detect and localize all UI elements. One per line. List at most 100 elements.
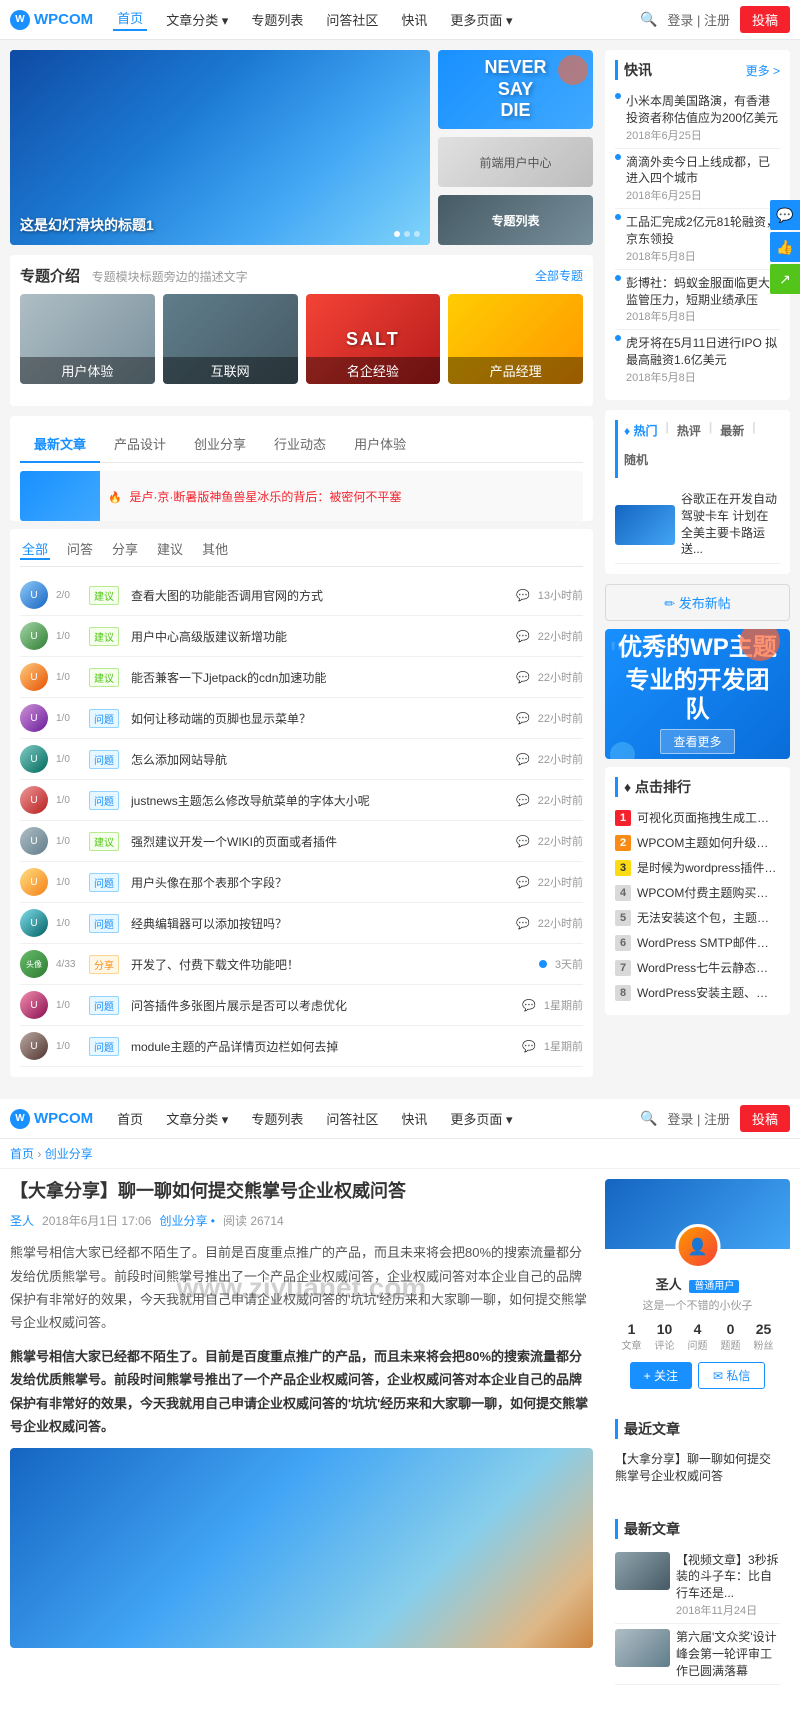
tab-product[interactable]: 产品设计 bbox=[100, 426, 180, 463]
hero-special-list[interactable]: 专题列表 bbox=[438, 195, 593, 245]
hot-item-title[interactable]: 谷歌正在开发自动驾驶卡车 计划在全美主要卡路运送... bbox=[681, 491, 780, 558]
nav2-home[interactable]: 首页 bbox=[113, 1109, 147, 1128]
float-comment-btn[interactable]: 💬 bbox=[770, 200, 800, 230]
hot-tab-comment[interactable]: 热评 bbox=[677, 420, 701, 441]
nav2-news[interactable]: 快讯 bbox=[397, 1109, 431, 1128]
topic-card-2[interactable]: 互联网 bbox=[163, 294, 298, 384]
float-like-btn[interactable]: 👍 bbox=[770, 232, 800, 262]
qa-tab-suggest[interactable]: 建议 bbox=[155, 539, 185, 560]
rank-item-title[interactable]: 可视化页面拖拽生成工具使用教程 bbox=[637, 809, 780, 826]
post-new-button[interactable]: ✏ 发布新帖 bbox=[605, 584, 790, 621]
topic-card-1[interactable]: 用户体验 bbox=[20, 294, 155, 384]
hero-user-center[interactable]: 前端用户中心 bbox=[438, 137, 593, 187]
qa-title[interactable]: module主题的产品详情页边栏如何去掉 bbox=[131, 1038, 514, 1055]
topic-title: 专题介绍 bbox=[20, 268, 80, 285]
hero-never-say-die[interactable]: NEVER SAY DIE bbox=[438, 50, 593, 129]
qa-title[interactable]: 查看大图的功能能否调用官网的方式 bbox=[131, 587, 508, 604]
topic-card-3[interactable]: SALT 名企经验 bbox=[306, 294, 441, 384]
post-button-2[interactable]: 投稿 bbox=[740, 1105, 790, 1132]
nav-topics[interactable]: 专题列表 bbox=[247, 10, 307, 29]
hero-dot-2[interactable] bbox=[404, 231, 410, 237]
rank-item-title[interactable]: WordPress安装主题、插件、更新... bbox=[637, 984, 780, 1001]
qa-title[interactable]: 能否兼客一下Jjetpack的cdn加速功能 bbox=[131, 669, 508, 686]
qa-tab-share[interactable]: 分享 bbox=[110, 539, 140, 560]
logo-text-2: WPCOM bbox=[34, 1110, 93, 1127]
ad-banner[interactable]: " 优秀的WP主题 专业的开发团队 查看更多 bbox=[605, 629, 790, 759]
qa-title[interactable]: 开发了、付费下载文件功能吧！ bbox=[131, 956, 531, 973]
article-author-link[interactable]: 圣人 bbox=[10, 1212, 34, 1229]
tab-startup[interactable]: 创业分享 bbox=[180, 426, 260, 463]
nav-home[interactable]: 首页 bbox=[113, 8, 147, 31]
qa-item: U 1/0 问题 怎么添加网站导航 💬 22小时前 bbox=[20, 739, 583, 780]
latest-article-title[interactable]: 【视频文章】3秒拆装的斗子车：比自行车还是... bbox=[676, 1552, 780, 1602]
topic-label-2: 互联网 bbox=[163, 357, 298, 384]
qa-title[interactable]: 经典编辑器可以添加按钮吗？ bbox=[131, 915, 508, 932]
search-button[interactable]: 🔍 bbox=[640, 11, 657, 28]
qa-time: 22小时前 bbox=[538, 628, 583, 644]
follow-button[interactable]: + 关注 bbox=[630, 1362, 692, 1389]
nav2-qa[interactable]: 问答社区 bbox=[322, 1109, 382, 1128]
breadcrumb-category[interactable]: 创业分享 bbox=[45, 1147, 93, 1161]
nav2-topics[interactable]: 专题列表 bbox=[247, 1109, 307, 1128]
nav-articles[interactable]: 文章分类 ▾ bbox=[162, 10, 232, 29]
hero-main-slide[interactable]: 这是幻灯滑块的标题1 bbox=[10, 50, 430, 245]
nav-qa[interactable]: 问答社区 bbox=[322, 10, 382, 29]
breadcrumb-home[interactable]: 首页 bbox=[10, 1147, 34, 1161]
site-logo-2[interactable]: W WPCOM bbox=[10, 1109, 93, 1129]
float-share-btn[interactable]: ↗ bbox=[770, 264, 800, 294]
comment-icon: 💬 bbox=[516, 712, 530, 725]
hero-dot-1[interactable] bbox=[394, 231, 400, 237]
article-preview[interactable]: 🔥 是卢·京·断暑版神鱼兽星冰乐的背后：被密何不平塞 bbox=[20, 471, 583, 521]
qa-title[interactable]: 用户中心高级版建议新增功能 bbox=[131, 628, 508, 645]
ad-more-button[interactable]: 查看更多 bbox=[660, 729, 734, 754]
hot-tab-random[interactable]: 随机 bbox=[624, 449, 648, 470]
news-title-text[interactable]: 工品汇完成2亿元81轮融资，京东领投 bbox=[626, 214, 780, 248]
hot-tab-latest[interactable]: 最新 bbox=[720, 420, 744, 441]
qa-title[interactable]: justnews主题怎么修改导航菜单的字体大小呢 bbox=[131, 792, 508, 809]
qa-title[interactable]: 怎么添加网站导航 bbox=[131, 751, 508, 768]
tab-latest[interactable]: 最新文章 bbox=[20, 426, 100, 463]
qa-tab-qa[interactable]: 问答 bbox=[65, 539, 95, 560]
nav2-more[interactable]: 更多页面 ▾ bbox=[446, 1109, 516, 1128]
rank-item-title[interactable]: 无法安装这个包，主题缺少style.c... bbox=[637, 909, 780, 926]
qa-title[interactable]: 用户头像在那个表那个字段？ bbox=[131, 874, 508, 891]
recent-article-title[interactable]: 【大拿分享】聊一聊如何提交熊掌号企业权威问答 bbox=[615, 1452, 771, 1483]
qa-title[interactable]: 如何让移动端的页脚也显示菜单？ bbox=[131, 710, 508, 727]
qa-tab-other[interactable]: 其他 bbox=[200, 539, 230, 560]
rank-item-title[interactable]: 是时候为wordpress插件加载开排... bbox=[637, 859, 780, 876]
latest-article-title-2[interactable]: 第六届'文众奖'设计峰会第一轮评审工作已圆满落幕 bbox=[676, 1629, 780, 1679]
qa-tag: 建议 bbox=[89, 586, 119, 605]
topic-card-4[interactable]: 产品经理 bbox=[448, 294, 583, 384]
news-list: 小米本周美国路演，有香港投资者称估值应为200亿美元 2018年6月25日 滴滴… bbox=[615, 88, 780, 390]
qa-item: U 2/0 建议 查看大图的功能能否调用官网的方式 💬 13小时前 bbox=[20, 575, 583, 616]
rank-section: ♦ 点击排行 1 可视化页面拖拽生成工具使用教程 2 WPCOM主题如何升级到最… bbox=[605, 767, 790, 1015]
message-button[interactable]: ✉ 私信 bbox=[698, 1362, 765, 1389]
post-button[interactable]: 投稿 bbox=[740, 6, 790, 33]
news-title-text[interactable]: 滴滴外卖今日上线成都，已进入四个城市 bbox=[626, 154, 780, 188]
news-more-link[interactable]: 更多 > bbox=[746, 62, 780, 79]
article-category-link[interactable]: 创业分享 • bbox=[159, 1212, 215, 1229]
site-logo[interactable]: W WPCOM bbox=[10, 10, 93, 30]
rank-item-title[interactable]: WPCOM付费主题购买流程 bbox=[637, 884, 780, 901]
login-button[interactable]: 登录 | 注册 bbox=[667, 10, 730, 29]
qa-tab-all[interactable]: 全部 bbox=[20, 539, 50, 560]
hero-dot-3[interactable] bbox=[414, 231, 420, 237]
rank-item-title[interactable]: WordPress SMTP邮件发送插件：... bbox=[637, 934, 780, 951]
search-button-2[interactable]: 🔍 bbox=[640, 1110, 657, 1127]
rank-item-title[interactable]: WPCOM主题如何升级到最新版 主... bbox=[637, 834, 780, 851]
nav2-articles[interactable]: 文章分类 ▾ bbox=[162, 1109, 232, 1128]
nav-more[interactable]: 更多页面 ▾ bbox=[446, 10, 516, 29]
qa-title[interactable]: 问答插件多张图片展示是否可以考虑优化 bbox=[131, 997, 514, 1014]
topic-more-link[interactable]: 全部专题 bbox=[535, 267, 583, 284]
tab-industry[interactable]: 行业动态 bbox=[260, 426, 340, 463]
nav-news[interactable]: 快讯 bbox=[397, 10, 431, 29]
news-title-text[interactable]: 虎牙将在5月11日进行IPO 拟最高融资1.6亿美元 bbox=[626, 335, 780, 369]
news-title-text[interactable]: 小米本周美国路演，有香港投资者称估值应为200亿美元 bbox=[626, 93, 780, 127]
header-actions: 🔍 登录 | 注册 投稿 bbox=[640, 6, 790, 33]
news-title-text[interactable]: 彭博社：蚂蚁金服面临更大监管压力，短期业绩承压 bbox=[626, 275, 780, 309]
login-button-2[interactable]: 登录 | 注册 bbox=[667, 1109, 730, 1128]
qa-title[interactable]: 强烈建议开发一个WIKI的页面或者插件 bbox=[131, 833, 508, 850]
rank-item-title[interactable]: WordPress七牛云静态文件CDN加... bbox=[637, 959, 780, 976]
tab-ux[interactable]: 用户体验 bbox=[340, 426, 420, 463]
hot-tab-hot[interactable]: ♦ 热门 bbox=[624, 420, 657, 441]
